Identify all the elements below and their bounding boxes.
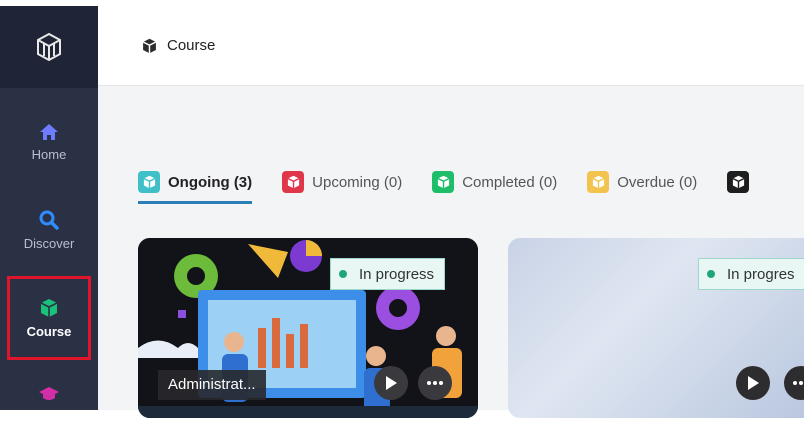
tab-completed[interactable]: Completed (0) xyxy=(432,166,557,198)
play-button[interactable] xyxy=(736,366,770,400)
sidebar-item-home[interactable]: Home xyxy=(0,102,98,182)
main-content: Course Ongoing (3) Upcoming (0) Complete… xyxy=(98,6,804,418)
page-header: Course xyxy=(98,6,804,86)
status-badge: In progress xyxy=(330,258,446,290)
home-icon xyxy=(40,123,58,140)
tab-label: Overdue (0) xyxy=(617,173,698,191)
cube-icon xyxy=(282,171,305,193)
sidebar-item-learning[interactable] xyxy=(0,366,98,426)
course-card[interactable]: In progres xyxy=(508,238,804,418)
cube-icon xyxy=(587,171,610,193)
status-label: In progres xyxy=(727,265,795,283)
sidebar-item-discover[interactable]: Discover xyxy=(0,190,98,270)
status-dot xyxy=(707,270,715,278)
sidebar: Home Discover Course xyxy=(0,6,98,410)
play-icon xyxy=(748,376,759,390)
cube-icon xyxy=(138,171,160,193)
more-options-button[interactable] xyxy=(418,366,452,400)
more-icon xyxy=(793,381,803,385)
tab-label: Completed (0) xyxy=(462,173,558,191)
tab-upcoming[interactable]: Upcoming (0) xyxy=(282,166,402,198)
tab-label: Upcoming (0) xyxy=(312,173,403,191)
status-badge: In progres xyxy=(698,258,804,290)
cube-icon xyxy=(727,171,750,193)
sidebar-item-label: Discover xyxy=(23,235,75,251)
cube-icon xyxy=(142,38,157,53)
cube-icon xyxy=(432,171,455,193)
course-tabs: Ongoing (3) Upcoming (0) Completed (0) O… xyxy=(138,162,750,204)
status-label: In progress xyxy=(359,265,435,283)
tab-label: Ongoing (3) xyxy=(168,173,253,191)
more-options-button[interactable] xyxy=(784,366,804,400)
breadcrumb: Course xyxy=(167,37,216,54)
play-button[interactable] xyxy=(374,366,408,400)
tab-more[interactable] xyxy=(727,166,750,198)
sidebar-item-label: Home xyxy=(31,146,67,162)
tab-ongoing[interactable]: Ongoing (3) xyxy=(138,166,253,204)
graduation-cap-icon xyxy=(39,387,59,400)
tab-overdue[interactable]: Overdue (0) xyxy=(587,166,697,198)
course-card[interactable]: In progress Administrat... xyxy=(138,238,478,418)
app-logo[interactable] xyxy=(0,6,98,88)
course-title: Administrat... xyxy=(158,370,266,400)
status-dot xyxy=(339,270,347,278)
more-icon xyxy=(427,381,443,385)
search-icon xyxy=(39,210,59,230)
logo-icon xyxy=(37,32,61,62)
active-item-highlight xyxy=(7,276,91,360)
play-icon xyxy=(386,376,397,390)
